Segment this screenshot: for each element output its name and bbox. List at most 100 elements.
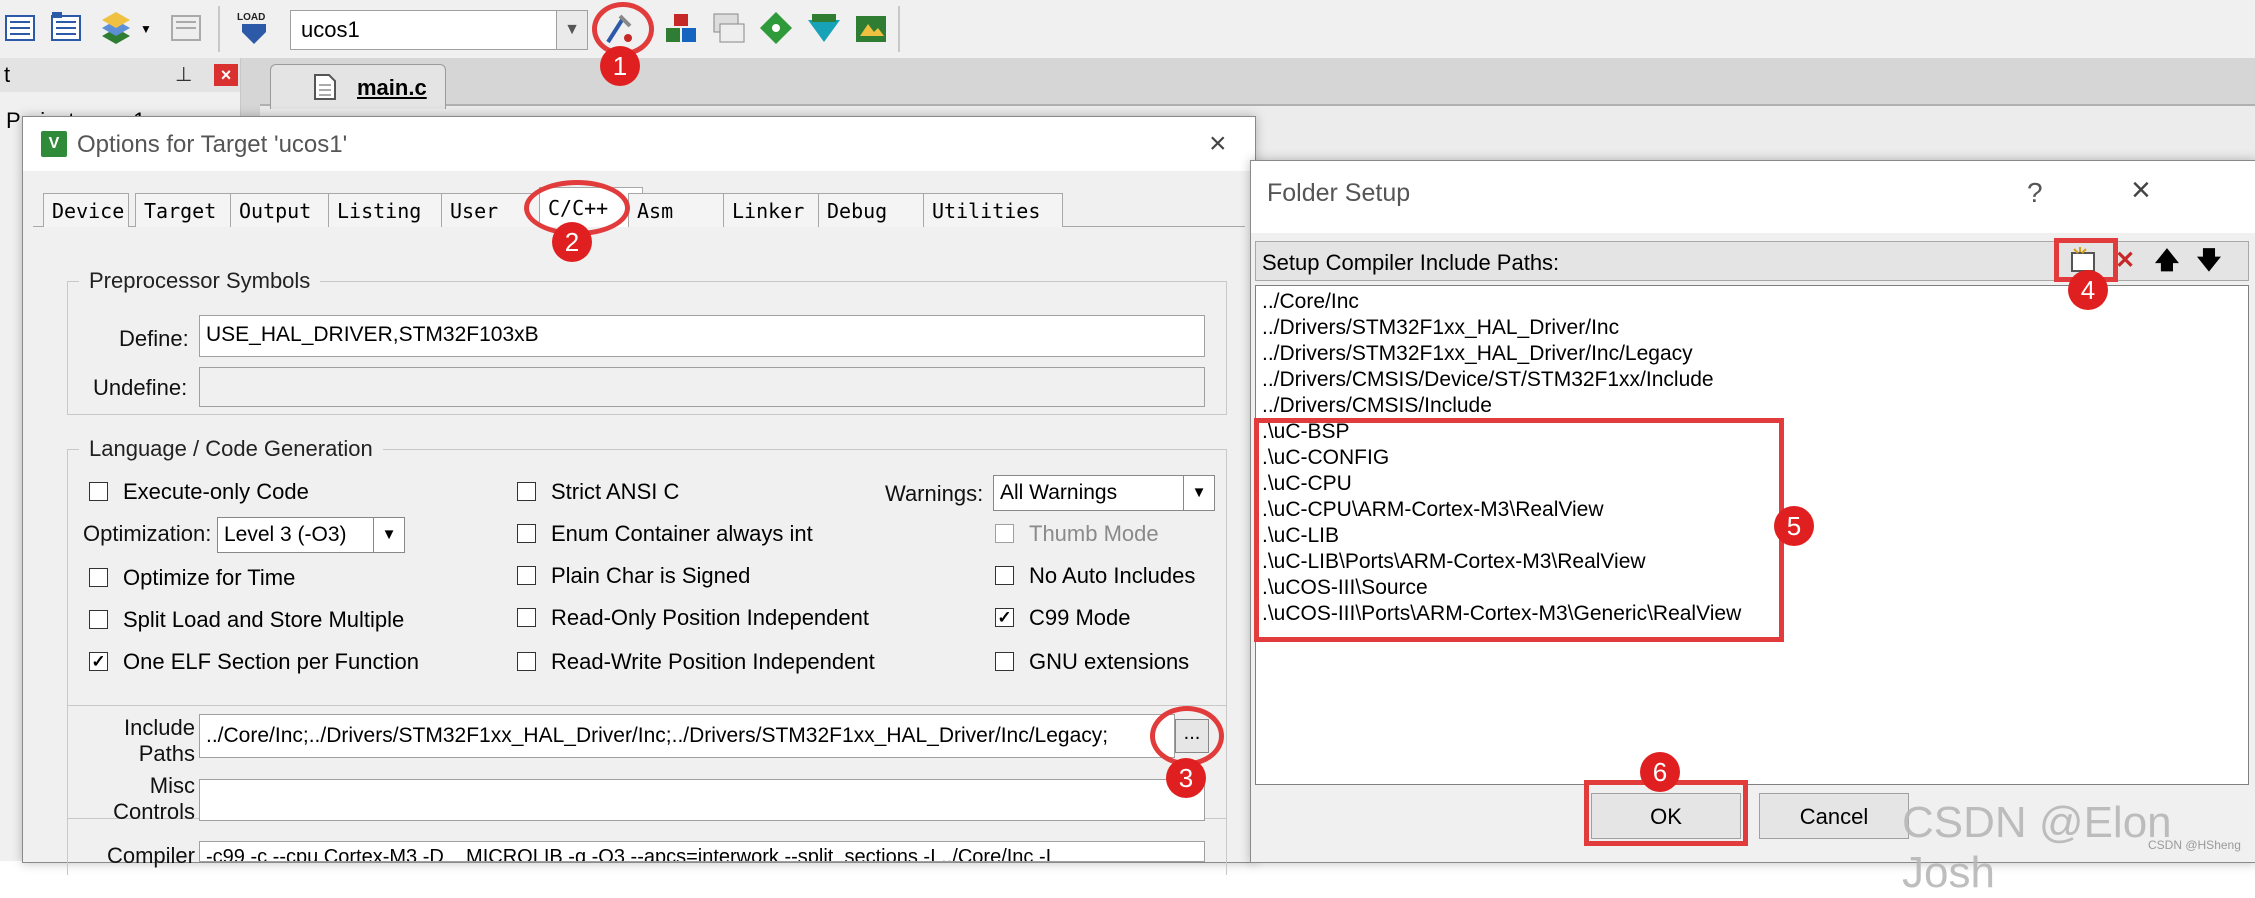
- file-extensions-icon[interactable]: [708, 8, 748, 48]
- chevron-down-icon[interactable]: ▼: [556, 11, 587, 49]
- pin-icon[interactable]: ⊥: [175, 58, 192, 92]
- tab-output[interactable]: Output: [230, 193, 342, 227]
- checkbox-box[interactable]: [89, 568, 108, 587]
- checkbox-label: C99 Mode: [1029, 605, 1131, 630]
- language-legend: Language / Code Generation: [79, 436, 383, 462]
- checkbox-box[interactable]: [995, 566, 1014, 585]
- move-up-icon[interactable]: 🡅: [2148, 245, 2186, 277]
- annotation-badge-2: 2: [552, 222, 592, 262]
- file-icon: [313, 73, 337, 107]
- editor-tab-label: main.c: [357, 75, 427, 100]
- annotation-badge-6: 6: [1640, 752, 1680, 792]
- editor-tab-main-c[interactable]: main.c: [270, 64, 446, 109]
- dialog-title: Options for Target 'ucos1': [77, 131, 348, 158]
- warnings-label: Warnings:: [885, 481, 984, 506]
- checkbox-box[interactable]: [89, 610, 108, 629]
- checkbox-label: Execute-only Code: [123, 479, 309, 504]
- checkbox-label: Read-Write Position Independent: [551, 649, 875, 674]
- manage-components-icon[interactable]: [662, 8, 702, 48]
- target-select[interactable]: ucos1 ▼: [290, 10, 588, 50]
- annotation-badge-5: 5: [1774, 506, 1814, 546]
- chevron-down-icon[interactable]: ▼: [140, 22, 152, 36]
- include-paths-field[interactable]: ../Core/Inc;../Drivers/STM32F1xx_HAL_Dri…: [199, 714, 1175, 758]
- watermark-small: CSDN @HSheng: [2148, 838, 2241, 852]
- checkbox-box[interactable]: [89, 482, 108, 501]
- list-item[interactable]: ../Core/Inc: [1262, 290, 1359, 314]
- options-for-target-dialog: V Options for Target 'ucos1' × Device Ta…: [22, 116, 1256, 875]
- tab-listing[interactable]: Listing: [328, 193, 454, 227]
- checkbox-box[interactable]: [517, 482, 536, 501]
- checkbox-label: One ELF Section per Function: [123, 649, 419, 674]
- select-packs-icon[interactable]: [852, 8, 892, 48]
- close-icon[interactable]: ×: [2131, 171, 2151, 210]
- checkbox-label: Split Load and Store Multiple: [123, 607, 405, 632]
- checkbox-box-checked[interactable]: ✓: [89, 652, 108, 671]
- toolbar-separator: [898, 6, 900, 52]
- checkbox-label: GNU extensions: [1029, 649, 1190, 674]
- dialog-titlebar: Folder Setup ? ×: [1251, 161, 2255, 233]
- tab-debug[interactable]: Debug: [818, 193, 936, 227]
- compiler-control-string: -c99 -c --cpu Cortex-M3 -D__MICROLIB -g …: [199, 841, 1205, 862]
- annotation-box-5: [1254, 418, 1784, 642]
- list-item[interactable]: ../Drivers/STM32F1xx_HAL_Driver/Inc/Lega…: [1262, 342, 1693, 366]
- annotation-badge-1: 1: [600, 46, 640, 86]
- misc-label-2: Controls: [113, 799, 195, 824]
- checkbox-box: [995, 524, 1014, 543]
- translate-icon[interactable]: [2, 8, 42, 48]
- annotation-circle-3: [1150, 706, 1224, 766]
- checkbox-box-checked[interactable]: ✓: [995, 608, 1014, 627]
- close-icon[interactable]: ×: [1209, 127, 1227, 161]
- main-toolbar: ▼ LOAD ucos1 ▼: [0, 0, 2255, 59]
- tab-utilities[interactable]: Utilities: [923, 193, 1063, 227]
- define-label: Define:: [119, 326, 189, 351]
- cancel-button[interactable]: Cancel: [1759, 793, 1909, 839]
- checkbox-box[interactable]: [517, 652, 536, 671]
- svg-text:LOAD: LOAD: [237, 12, 265, 23]
- build-icon[interactable]: [48, 8, 88, 48]
- checkbox-label: Optimize for Time: [123, 565, 296, 590]
- annotation-badge-4: 4: [2068, 270, 2108, 310]
- list-item[interactable]: ../Drivers/STM32F1xx_HAL_Driver/Inc: [1262, 316, 1619, 340]
- tab-device[interactable]: Device: [43, 193, 129, 227]
- manage-run-time-icon[interactable]: [756, 8, 796, 48]
- pack-installer-icon[interactable]: [804, 8, 844, 48]
- list-item[interactable]: ../Drivers/CMSIS/Include: [1262, 394, 1492, 418]
- optimization-value: Level 3 (-O3): [224, 523, 347, 546]
- undefine-field[interactable]: [199, 367, 1205, 407]
- help-icon[interactable]: ?: [2027, 177, 2043, 209]
- batch-build-icon[interactable]: [96, 8, 136, 48]
- include-label-1: Include: [124, 715, 195, 740]
- chevron-down-icon[interactable]: ▼: [1183, 476, 1214, 510]
- keil-logo-icon: V: [41, 131, 67, 157]
- undefine-label: Undefine:: [93, 375, 188, 400]
- define-field[interactable]: USE_HAL_DRIVER,STM32F103xB: [199, 315, 1205, 357]
- move-down-icon[interactable]: 🡇: [2190, 245, 2228, 277]
- dialog-titlebar: V Options for Target 'ucos1' ×: [23, 117, 1255, 171]
- checkbox-box[interactable]: [517, 608, 536, 627]
- checkbox-label: Thumb Mode: [1029, 521, 1159, 546]
- chevron-down-icon[interactable]: ▼: [373, 518, 404, 552]
- target-select-value: ucos1: [301, 17, 360, 42]
- optimization-label: Optimization:: [83, 521, 212, 546]
- annotation-badge-3: 3: [1166, 758, 1206, 798]
- tab-asm[interactable]: Asm: [628, 193, 738, 227]
- panel-close-button[interactable]: ×: [214, 64, 238, 86]
- list-item[interactable]: ../Drivers/CMSIS/Device/ST/STM32F1xx/Inc…: [1262, 368, 1714, 392]
- checkbox-box[interactable]: [517, 566, 536, 585]
- dialog-title: Folder Setup: [1267, 179, 1411, 207]
- stop-build-icon: [168, 8, 208, 48]
- checkbox-box[interactable]: [995, 652, 1014, 671]
- checkbox-label: Strict ANSI C: [551, 479, 680, 504]
- checkbox-label: Enum Container always int: [551, 521, 813, 546]
- checkbox-box[interactable]: [517, 524, 536, 543]
- tab-linker[interactable]: Linker: [723, 193, 833, 227]
- warnings-select[interactable]: All Warnings ▼: [993, 475, 1215, 511]
- load-icon[interactable]: LOAD: [234, 8, 274, 48]
- compiler-label: Compiler: [106, 843, 195, 868]
- tab-target[interactable]: Target: [135, 193, 245, 227]
- checkbox-label: Plain Char is Signed: [551, 563, 751, 588]
- preprocessor-legend: Preprocessor Symbols: [79, 268, 321, 294]
- optimization-select[interactable]: Level 3 (-O3) ▼: [217, 517, 405, 553]
- misc-controls-field[interactable]: [199, 779, 1205, 821]
- project-panel-title: t: [0, 58, 240, 92]
